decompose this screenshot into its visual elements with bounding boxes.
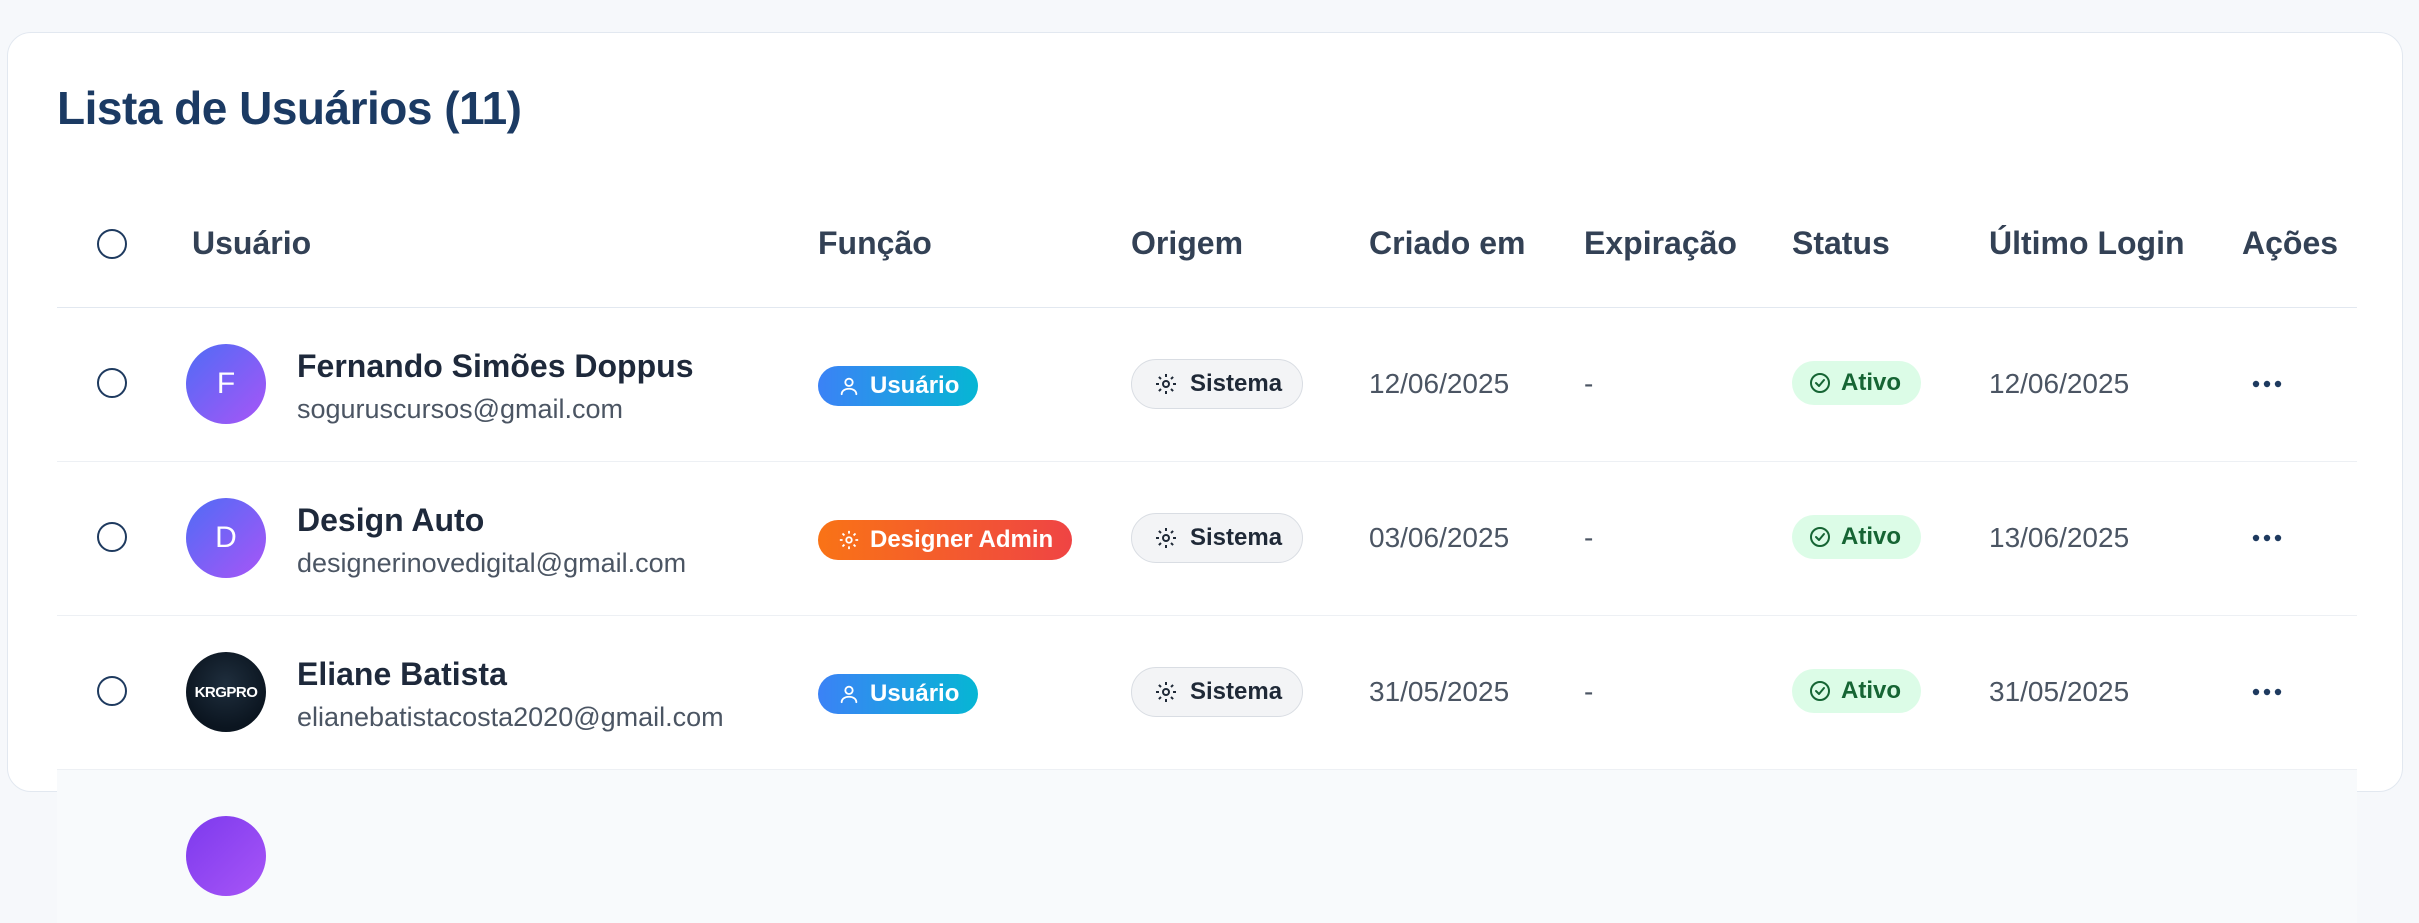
user-icon (840, 685, 858, 704)
status-badge: Ativo (1792, 361, 1921, 405)
role-label: Usuário (870, 372, 960, 399)
created-date: 03/06/2025 (1369, 522, 1510, 553)
expiration-date: - (1584, 368, 1594, 399)
user-email: designerinovedigital@gmail.com (297, 548, 687, 578)
avatar: F (186, 344, 266, 424)
expiration-date: - (1584, 522, 1594, 553)
row-checkbox[interactable] (97, 676, 127, 706)
more-actions-button[interactable] (2247, 366, 2287, 402)
role-badge: Usuário (818, 366, 979, 406)
table-row[interactable]: D Design Auto designerinovedigital@gmail… (57, 462, 2357, 616)
gear-icon (1156, 682, 1176, 702)
check-circle-icon (1810, 373, 1830, 393)
status-label: Ativo (1841, 369, 1901, 396)
column-user[interactable]: Usuário (192, 225, 311, 262)
role-badge: Usuário (818, 674, 979, 714)
users-table: Usuário Função Origem Criado em Expiraçã… (57, 183, 2357, 923)
origin-badge: Sistema (1131, 359, 1304, 409)
column-actions: Ações (2242, 225, 2339, 261)
origin-label: Sistema (1190, 678, 1283, 705)
status-badge: Ativo (1792, 515, 1921, 559)
last-login-date: 12/06/2025 (1989, 368, 2130, 399)
user-name: Design Auto (297, 502, 485, 538)
table-row[interactable]: F Fernando Simões Doppus soguruscursos@g… (57, 308, 2357, 462)
user-name: Fernando Simões Doppus (297, 348, 694, 384)
more-actions-button[interactable] (2247, 674, 2287, 710)
user-email: elianebatistacosta2020@gmail.com (297, 702, 724, 732)
gear-icon (1156, 374, 1176, 394)
check-circle-icon (1810, 527, 1830, 547)
user-name: Eliane Batista (297, 656, 507, 692)
avatar: KRGPRO (186, 652, 266, 732)
row-checkbox[interactable] (97, 368, 127, 398)
status-badge: Ativo (1792, 669, 1921, 713)
check-circle-icon (1810, 681, 1830, 701)
row-checkbox[interactable] (97, 522, 127, 552)
gear-icon (1156, 528, 1176, 548)
column-expiration[interactable]: Expiração (1584, 225, 1737, 262)
expiration-date: - (1584, 676, 1594, 707)
origin-label: Sistema (1190, 370, 1283, 397)
table-row[interactable]: KRGPRO Eliane Batista elianebatistacosta… (57, 616, 2357, 770)
column-role[interactable]: Função (818, 225, 932, 262)
column-last-login[interactable]: Último Login (1989, 225, 2185, 262)
more-horizontal-icon (2252, 534, 2282, 542)
avatar: D (186, 498, 266, 578)
column-created[interactable]: Criado em (1369, 225, 1525, 262)
select-all-checkbox[interactable] (97, 229, 127, 259)
status-label: Ativo (1841, 677, 1901, 704)
created-date: 31/05/2025 (1369, 676, 1510, 707)
table-row[interactable] (57, 770, 2357, 923)
avatar (186, 816, 266, 896)
users-card: Lista de Usuários (11) Usuário Função Or… (7, 32, 2403, 923)
origin-label: Sistema (1190, 524, 1283, 551)
page-title: Lista de Usuários (11) (57, 82, 522, 134)
last-login-date: 31/05/2025 (1989, 676, 2130, 707)
column-origin[interactable]: Origem (1131, 225, 1243, 262)
table-header: Usuário Função Origem Criado em Expiraçã… (57, 183, 2357, 308)
created-date: 12/06/2025 (1369, 368, 1510, 399)
last-login-date: 13/06/2025 (1989, 522, 2130, 553)
gear-icon (839, 530, 859, 550)
status-label: Ativo (1841, 523, 1901, 550)
origin-badge: Sistema (1131, 667, 1304, 717)
role-label: Designer Admin (870, 526, 1054, 553)
column-status[interactable]: Status (1792, 225, 1890, 262)
user-email: soguruscursos@gmail.com (297, 394, 624, 424)
role-label: Usuário (870, 680, 960, 707)
user-icon (840, 377, 858, 396)
more-horizontal-icon (2252, 688, 2282, 696)
role-badge: Designer Admin (818, 520, 1073, 560)
origin-badge: Sistema (1131, 513, 1304, 563)
more-actions-button[interactable] (2247, 520, 2287, 556)
more-horizontal-icon (2252, 380, 2282, 388)
